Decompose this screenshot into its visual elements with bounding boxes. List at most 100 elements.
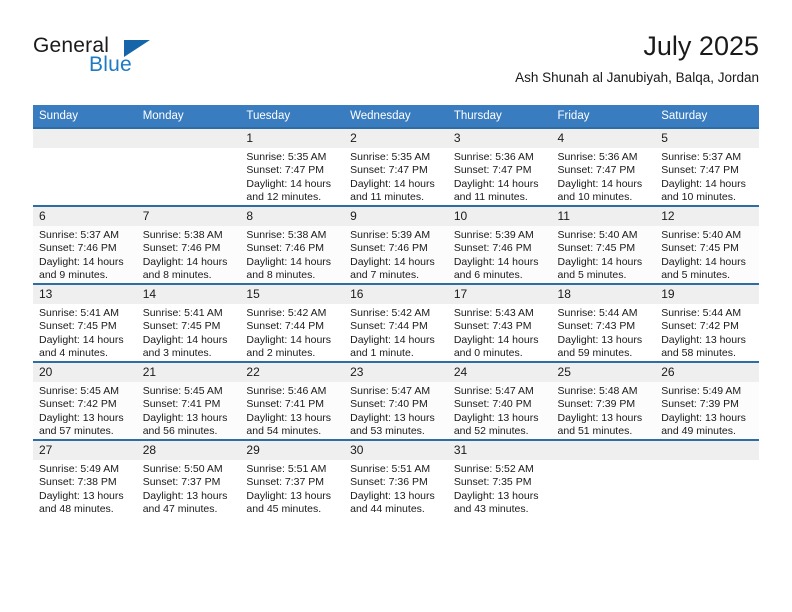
daylight-text-line1: Daylight: 13 hours (661, 333, 746, 346)
sunrise-text: Sunrise: 5:46 AM (246, 385, 327, 397)
sunrise-text: Sunrise: 5:35 AM (350, 151, 431, 163)
daylight-text-line2: and 43 minutes. (453, 503, 529, 516)
daylight-text-line2: and 53 minutes. (350, 425, 425, 438)
calendar-day-cell[interactable]: 10 Sunrise: 5:39 AM Sunset: 7:46 PM Dayligh… (447, 205, 552, 284)
sunrise-text: Sunrise: 5:41 AM (142, 307, 223, 319)
sunrise-text: Sunrise: 5:39 AM (453, 229, 534, 241)
sunrise-text: Sunrise: 5:47 AM (350, 385, 431, 397)
day-details: Sunrise: 5:45 AM Sunset: 7:41 PM Daylight:… (137, 382, 241, 439)
daylight-text-line1: Daylight: 13 hours (246, 411, 332, 424)
day-number: 28 (136, 441, 241, 460)
page-header: General Blue July 2025 Ash Shunah al Jan… (33, 30, 759, 94)
daylight-text-line2: and 56 minutes. (142, 425, 218, 438)
calendar-day-cell[interactable]: 11 Sunrise: 5:40 AM Sunset: 7:45 PM Dayligh… (551, 205, 656, 284)
day-details: Sunrise: 5:37 AM Sunset: 7:46 PM Daylight:… (33, 226, 137, 283)
sunset-text: Sunset: 7:38 PM (39, 476, 117, 489)
daylight-text-line2: and 44 minutes. (350, 503, 425, 516)
day-number: 1 (240, 129, 345, 148)
daylight-text-line1: Daylight: 13 hours (142, 411, 228, 424)
calendar-day-cell[interactable]: 20 Sunrise: 5:45 AM Sunset: 7:42 PM Dayligh… (33, 361, 137, 440)
calendar-day-cell[interactable]: 2 Sunrise: 5:35 AM Sunset: 7:47 PM Daylight… (344, 127, 448, 206)
calendar-day-cell[interactable]: 26 Sunrise: 5:49 AM Sunset: 7:39 PM Dayligh… (655, 361, 759, 440)
calendar-day-cell[interactable]: 15 Sunrise: 5:42 AM Sunset: 7:44 PM Dayligh… (240, 283, 345, 362)
sunset-text: Sunset: 7:41 PM (246, 398, 325, 411)
calendar-week-row: 13 Sunrise: 5:41 AM Sunset: 7:45 PM Dayligh… (33, 283, 759, 362)
daylight-text-line1: Daylight: 14 hours (246, 177, 332, 190)
sunset-text: Sunset: 7:42 PM (39, 398, 117, 411)
daylight-text-line2: and 54 minutes. (246, 425, 322, 438)
day-details: Sunrise: 5:40 AM Sunset: 7:45 PM Daylight:… (552, 226, 656, 283)
calendar-header-row: Sunday Monday Tuesday Wednesday Thursday… (33, 105, 759, 128)
calendar-day-cell-empty (33, 127, 137, 206)
calendar-day-cell[interactable]: 18 Sunrise: 5:44 AM Sunset: 7:43 PM Dayligh… (551, 283, 656, 362)
calendar-day-cell[interactable]: 27 Sunrise: 5:49 AM Sunset: 7:38 PM Dayligh… (33, 439, 137, 517)
day-details: Sunrise: 5:36 AM Sunset: 7:47 PM Daylight:… (448, 148, 552, 205)
calendar-day-cell[interactable]: 4 Sunrise: 5:36 AM Sunset: 7:47 PM Daylight… (551, 127, 656, 206)
general-blue-logo[interactable]: General Blue (33, 34, 213, 90)
calendar-week-row: 1 Sunrise: 5:35 AM Sunset: 7:47 PM Daylight… (33, 127, 759, 206)
sunset-text: Sunset: 7:45 PM (142, 320, 221, 333)
logo-text-blue: Blue (89, 53, 132, 76)
calendar-day-cell[interactable]: 3 Sunrise: 5:36 AM Sunset: 7:47 PM Daylight… (447, 127, 552, 206)
day-number: 17 (447, 285, 552, 304)
day-number: 3 (447, 129, 552, 148)
daylight-text-line1: Daylight: 13 hours (350, 411, 435, 424)
daylight-text-line1: Daylight: 13 hours (557, 411, 643, 424)
calendar-day-cell[interactable]: 5 Sunrise: 5:37 AM Sunset: 7:47 PM Daylight… (655, 127, 759, 206)
daylight-text-line2: and 12 minutes. (246, 191, 322, 204)
calendar-day-cell[interactable]: 28 Sunrise: 5:50 AM Sunset: 7:37 PM Dayligh… (136, 439, 241, 517)
daylight-text-line2: and 3 minutes. (142, 347, 212, 360)
sunset-text: Sunset: 7:37 PM (246, 476, 325, 489)
sunrise-text: Sunrise: 5:39 AM (350, 229, 431, 241)
calendar-day-cell[interactable]: 16 Sunrise: 5:42 AM Sunset: 7:44 PM Dayligh… (344, 283, 448, 362)
calendar-day-cell[interactable]: 25 Sunrise: 5:48 AM Sunset: 7:39 PM Dayligh… (551, 361, 656, 440)
calendar-day-cell-empty (655, 439, 759, 517)
daylight-text-line1: Daylight: 13 hours (453, 489, 539, 502)
calendar-day-cell[interactable]: 23 Sunrise: 5:47 AM Sunset: 7:40 PM Dayligh… (344, 361, 448, 440)
sunrise-text: Sunrise: 5:40 AM (557, 229, 638, 241)
daylight-text-line2: and 10 minutes. (557, 191, 633, 204)
daylight-text-line1: Daylight: 14 hours (453, 255, 539, 268)
calendar-day-cell[interactable]: 8 Sunrise: 5:38 AM Sunset: 7:46 PM Daylight… (240, 205, 345, 284)
day-details: Sunrise: 5:38 AM Sunset: 7:46 PM Daylight:… (240, 226, 344, 283)
calendar-day-cell[interactable]: 1 Sunrise: 5:35 AM Sunset: 7:47 PM Daylight… (240, 127, 345, 206)
day-number: 6 (33, 207, 137, 226)
day-number: 5 (655, 129, 759, 148)
calendar-day-cell[interactable]: 21 Sunrise: 5:45 AM Sunset: 7:41 PM Dayligh… (136, 361, 241, 440)
sunrise-text: Sunrise: 5:42 AM (350, 307, 431, 319)
day-number: 8 (240, 207, 345, 226)
calendar-day-cell[interactable]: 30 Sunrise: 5:51 AM Sunset: 7:36 PM Dayligh… (344, 439, 448, 517)
calendar-day-cell[interactable]: 22 Sunrise: 5:46 AM Sunset: 7:41 PM Dayligh… (240, 361, 345, 440)
calendar-day-cell[interactable]: 24 Sunrise: 5:47 AM Sunset: 7:40 PM Dayligh… (447, 361, 552, 440)
day-number (655, 441, 759, 460)
sunrise-text: Sunrise: 5:48 AM (557, 385, 638, 397)
daylight-text-line2: and 10 minutes. (661, 191, 736, 204)
calendar-week-row: 20 Sunrise: 5:45 AM Sunset: 7:42 PM Dayligh… (33, 361, 759, 440)
calendar-day-cell[interactable]: 9 Sunrise: 5:39 AM Sunset: 7:46 PM Daylight… (344, 205, 448, 284)
day-details: Sunrise: 5:45 AM Sunset: 7:42 PM Daylight:… (33, 382, 137, 439)
daylight-text-line1: Daylight: 14 hours (246, 333, 332, 346)
daylight-text-line1: Daylight: 14 hours (350, 333, 435, 346)
daylight-text-line2: and 47 minutes. (142, 503, 218, 516)
day-details: Sunrise: 5:47 AM Sunset: 7:40 PM Daylight:… (448, 382, 552, 439)
daylight-text-line1: Daylight: 14 hours (246, 255, 332, 268)
calendar-day-cell[interactable]: 19 Sunrise: 5:44 AM Sunset: 7:42 PM Dayligh… (655, 283, 759, 362)
calendar-day-cell[interactable]: 14 Sunrise: 5:41 AM Sunset: 7:45 PM Dayligh… (136, 283, 241, 362)
calendar-day-cell[interactable]: 13 Sunrise: 5:41 AM Sunset: 7:45 PM Dayligh… (33, 283, 137, 362)
daylight-text-line2: and 6 minutes. (453, 269, 523, 282)
daylight-text-line1: Daylight: 13 hours (39, 489, 124, 502)
day-number: 29 (240, 441, 345, 460)
sunrise-text: Sunrise: 5:38 AM (246, 229, 327, 241)
day-number (136, 129, 241, 148)
daylight-text-line2: and 48 minutes. (39, 503, 114, 516)
calendar-day-cell[interactable]: 31 Sunrise: 5:52 AM Sunset: 7:35 PM Dayligh… (447, 439, 552, 517)
calendar-day-cell[interactable]: 6 Sunrise: 5:37 AM Sunset: 7:46 PM Daylight… (33, 205, 137, 284)
daylight-text-line2: and 7 minutes. (350, 269, 419, 282)
daylight-text-line1: Daylight: 14 hours (453, 333, 539, 346)
calendar-day-cell[interactable]: 7 Sunrise: 5:38 AM Sunset: 7:46 PM Daylight… (136, 205, 241, 284)
calendar-day-cell[interactable]: 17 Sunrise: 5:43 AM Sunset: 7:43 PM Dayligh… (447, 283, 552, 362)
day-details: Sunrise: 5:39 AM Sunset: 7:46 PM Daylight:… (344, 226, 448, 283)
sunset-text: Sunset: 7:47 PM (246, 164, 325, 177)
calendar-day-cell[interactable]: 12 Sunrise: 5:40 AM Sunset: 7:45 PM Dayligh… (655, 205, 759, 284)
calendar-day-cell[interactable]: 29 Sunrise: 5:51 AM Sunset: 7:37 PM Dayligh… (240, 439, 345, 517)
